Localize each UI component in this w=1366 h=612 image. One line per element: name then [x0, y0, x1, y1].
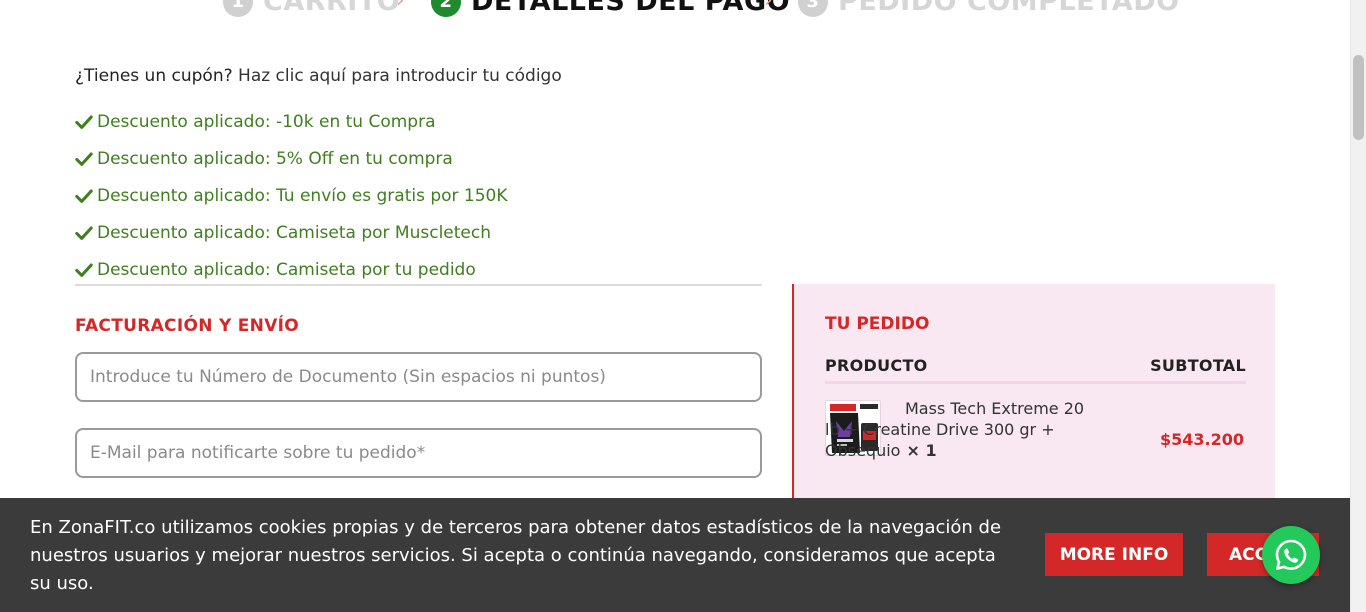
cookie-banner: En ZonaFIT.co utilizamos cookies propias…	[0, 498, 1350, 612]
discount-notice: Descuento aplicado: Tu envío es gratis p…	[75, 177, 508, 214]
step-number: 1	[223, 0, 253, 17]
discount-notice: Descuento aplicado: 5% Off en tu compra	[75, 140, 508, 177]
discount-notice-text: Descuento aplicado: Tu envío es gratis p…	[97, 185, 508, 206]
chevron-right-icon: ›	[396, 0, 405, 13]
section-divider	[75, 284, 762, 286]
coupon-question: ¿Tienes un cupón?	[75, 66, 233, 86]
checkmark-icon	[75, 263, 93, 277]
chevron-right-icon: ›	[764, 0, 773, 13]
checkmark-icon	[75, 152, 93, 166]
whatsapp-icon	[1275, 539, 1307, 570]
order-summary: TU PEDIDO PRODUCTO SUBTOTAL Mass Tech Ex…	[792, 284, 1275, 524]
coupon-link[interactable]: Haz clic aquí para introducir tu código	[238, 66, 562, 86]
whatsapp-chat-button[interactable]	[1262, 526, 1320, 584]
checkmark-icon	[75, 189, 93, 203]
step-number: 3	[798, 0, 828, 17]
coupon-notice: ¿Tienes un cupón? Haz clic aquí para int…	[75, 66, 562, 86]
checkmark-icon	[75, 115, 93, 129]
step-label: DETALLES DEL PAGO	[471, 0, 791, 17]
product-name: Mass Tech Extreme 20 lb + Creatine Drive…	[825, 399, 1085, 460]
step-payment-details: 2 DETALLES DEL PAGO	[431, 0, 790, 17]
cookie-text: En ZonaFIT.co utilizamos cookies propias…	[30, 517, 1002, 594]
step-order-complete: 3 PEDIDO COMPLETADO	[798, 0, 1180, 17]
header-divider	[825, 381, 1246, 384]
step-cart[interactable]: 1 CARRITO	[223, 0, 400, 17]
column-product: PRODUCTO	[825, 356, 928, 375]
discount-notice-text: Descuento aplicado: Camiseta por tu pedi…	[97, 259, 476, 280]
discount-notice-text: Descuento aplicado: 5% Off en tu compra	[97, 148, 453, 169]
product-quantity: × 1	[906, 441, 937, 460]
scrollbar-thumb[interactable]	[1353, 55, 1364, 140]
discount-notice: Descuento aplicado: -10k en tu Compra	[75, 103, 508, 140]
email-input[interactable]	[75, 428, 762, 478]
column-subtotal: SUBTOTAL	[1150, 356, 1246, 375]
order-title: TU PEDIDO	[825, 314, 930, 334]
product-subtotal: $543.200	[1159, 430, 1244, 449]
checkmark-icon	[75, 226, 93, 240]
billing-title: FACTURACIÓN Y ENVÍO	[75, 316, 300, 336]
order-table-header: PRODUCTO SUBTOTAL	[825, 356, 1246, 375]
more-info-button[interactable]: MORE INFO	[1045, 533, 1183, 576]
discount-notice: Descuento aplicado: Camiseta por tu pedi…	[75, 251, 508, 288]
discount-notice-text: Descuento aplicado: Camiseta por Musclet…	[97, 222, 492, 243]
discount-notice-text: Descuento aplicado: -10k en tu Compra	[97, 111, 436, 132]
step-number: 2	[431, 0, 461, 17]
step-label: CARRITO	[263, 0, 401, 17]
document-number-input[interactable]	[75, 352, 762, 402]
product-item: Mass Tech Extreme 20 lb + Creatine Drive…	[825, 398, 1095, 461]
page-scrollbar[interactable]	[1350, 0, 1366, 612]
checkout-steps: 1 CARRITO › 2 DETALLES DEL PAGO › 3 PEDI…	[0, 0, 1350, 18]
step-label: PEDIDO COMPLETADO	[838, 0, 1180, 17]
discount-notice: Descuento aplicado: Camiseta por Musclet…	[75, 214, 508, 251]
discount-notices: Descuento aplicado: -10k en tu Compra De…	[75, 103, 508, 288]
